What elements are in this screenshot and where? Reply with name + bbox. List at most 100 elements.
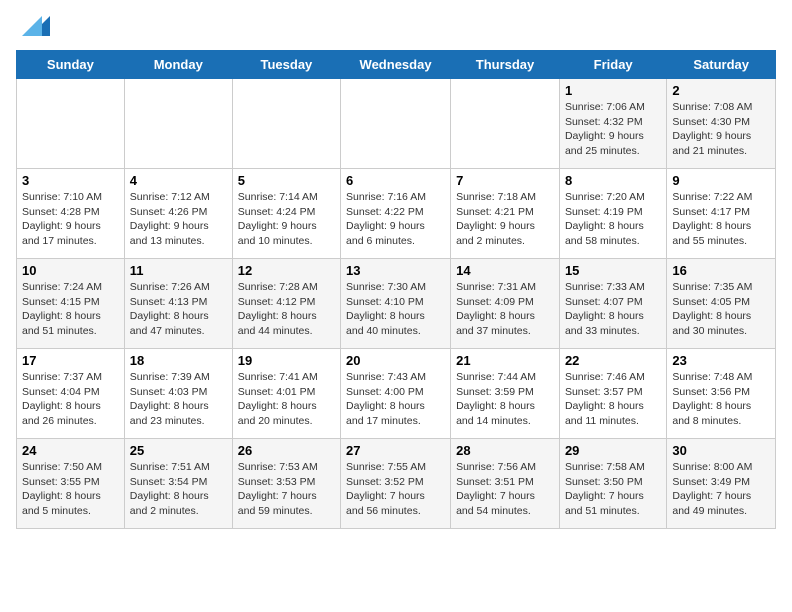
day-number: 18 bbox=[130, 353, 227, 368]
day-info: Sunrise: 7:37 AM Sunset: 4:04 PM Dayligh… bbox=[22, 370, 119, 429]
day-number: 10 bbox=[22, 263, 119, 278]
calendar-cell bbox=[17, 79, 125, 169]
header-day-tuesday: Tuesday bbox=[232, 51, 340, 79]
header bbox=[16, 16, 776, 40]
day-info: Sunrise: 7:50 AM Sunset: 3:55 PM Dayligh… bbox=[22, 460, 119, 519]
calendar-cell: 22 Sunrise: 7:46 AM Sunset: 3:57 PM Dayli… bbox=[559, 349, 666, 439]
calendar-cell: 24 Sunrise: 7:50 AM Sunset: 3:55 PM Dayli… bbox=[17, 439, 125, 529]
calendar-cell: 29 Sunrise: 7:58 AM Sunset: 3:50 PM Dayli… bbox=[559, 439, 666, 529]
calendar-week-row: 1 Sunrise: 7:06 AM Sunset: 4:32 PM Daylig… bbox=[17, 79, 776, 169]
day-number: 6 bbox=[346, 173, 445, 188]
day-number: 14 bbox=[456, 263, 554, 278]
day-info: Sunrise: 7:58 AM Sunset: 3:50 PM Dayligh… bbox=[565, 460, 661, 519]
day-number: 3 bbox=[22, 173, 119, 188]
day-info: Sunrise: 7:35 AM Sunset: 4:05 PM Dayligh… bbox=[672, 280, 770, 339]
calendar-cell: 13 Sunrise: 7:30 AM Sunset: 4:10 PM Dayli… bbox=[341, 259, 451, 349]
calendar-cell: 11 Sunrise: 7:26 AM Sunset: 4:13 PM Dayli… bbox=[124, 259, 232, 349]
calendar-cell bbox=[232, 79, 340, 169]
day-number: 13 bbox=[346, 263, 445, 278]
calendar-cell: 25 Sunrise: 7:51 AM Sunset: 3:54 PM Dayli… bbox=[124, 439, 232, 529]
day-number: 1 bbox=[565, 83, 661, 98]
day-info: Sunrise: 7:26 AM Sunset: 4:13 PM Dayligh… bbox=[130, 280, 227, 339]
calendar-cell: 7 Sunrise: 7:18 AM Sunset: 4:21 PM Daylig… bbox=[451, 169, 560, 259]
day-number: 19 bbox=[238, 353, 335, 368]
calendar-cell bbox=[451, 79, 560, 169]
calendar-cell: 28Sunrise: 7:56 AM Sunset: 3:51 PM Dayli… bbox=[451, 439, 560, 529]
calendar-cell: 3Sunrise: 7:10 AM Sunset: 4:28 PM Daylig… bbox=[17, 169, 125, 259]
day-number: 9 bbox=[672, 173, 770, 188]
calendar-cell: 6 Sunrise: 7:16 AM Sunset: 4:22 PM Daylig… bbox=[341, 169, 451, 259]
day-number: 23 bbox=[672, 353, 770, 368]
day-number: 26 bbox=[238, 443, 335, 458]
calendar-cell: 21Sunrise: 7:44 AM Sunset: 3:59 PM Dayli… bbox=[451, 349, 560, 439]
logo bbox=[16, 16, 50, 40]
header-day-saturday: Saturday bbox=[667, 51, 776, 79]
day-number: 29 bbox=[565, 443, 661, 458]
day-info: Sunrise: 7:22 AM Sunset: 4:17 PM Dayligh… bbox=[672, 190, 770, 249]
calendar-week-row: 24 Sunrise: 7:50 AM Sunset: 3:55 PM Dayli… bbox=[17, 439, 776, 529]
day-info: Sunrise: 7:28 AM Sunset: 4:12 PM Dayligh… bbox=[238, 280, 335, 339]
day-info: Sunrise: 7:43 AM Sunset: 4:00 PM Dayligh… bbox=[346, 370, 445, 429]
calendar-cell: 27Sunrise: 7:55 AM Sunset: 3:52 PM Dayli… bbox=[341, 439, 451, 529]
day-info: Sunrise: 7:20 AM Sunset: 4:19 PM Dayligh… bbox=[565, 190, 661, 249]
day-info: Sunrise: 7:56 AM Sunset: 3:51 PM Dayligh… bbox=[456, 460, 554, 519]
day-info: Sunrise: 7:53 AM Sunset: 3:53 PM Dayligh… bbox=[238, 460, 335, 519]
day-number: 15 bbox=[565, 263, 661, 278]
calendar-cell: 10 Sunrise: 7:24 AM Sunset: 4:15 PM Dayli… bbox=[17, 259, 125, 349]
day-info: Sunrise: 7:24 AM Sunset: 4:15 PM Dayligh… bbox=[22, 280, 119, 339]
day-number: 21 bbox=[456, 353, 554, 368]
day-number: 25 bbox=[130, 443, 227, 458]
calendar-cell: 4 Sunrise: 7:12 AM Sunset: 4:26 PM Daylig… bbox=[124, 169, 232, 259]
day-number: 22 bbox=[565, 353, 661, 368]
header-day-thursday: Thursday bbox=[451, 51, 560, 79]
calendar-cell: 2 Sunrise: 7:08 AM Sunset: 4:30 PM Daylig… bbox=[667, 79, 776, 169]
day-number: 24 bbox=[22, 443, 119, 458]
calendar-week-row: 10 Sunrise: 7:24 AM Sunset: 4:15 PM Dayli… bbox=[17, 259, 776, 349]
day-info: Sunrise: 7:14 AM Sunset: 4:24 PM Dayligh… bbox=[238, 190, 335, 249]
header-day-sunday: Sunday bbox=[17, 51, 125, 79]
day-info: Sunrise: 7:41 AM Sunset: 4:01 PM Dayligh… bbox=[238, 370, 335, 429]
day-number: 2 bbox=[672, 83, 770, 98]
day-number: 12 bbox=[238, 263, 335, 278]
calendar-cell: 23Sunrise: 7:48 AM Sunset: 3:56 PM Dayli… bbox=[667, 349, 776, 439]
day-info: Sunrise: 7:30 AM Sunset: 4:10 PM Dayligh… bbox=[346, 280, 445, 339]
calendar-cell: 20 Sunrise: 7:43 AM Sunset: 4:00 PM Dayli… bbox=[341, 349, 451, 439]
header-day-monday: Monday bbox=[124, 51, 232, 79]
day-info: Sunrise: 7:08 AM Sunset: 4:30 PM Dayligh… bbox=[672, 100, 770, 159]
calendar-cell: 19 Sunrise: 7:41 AM Sunset: 4:01 PM Dayli… bbox=[232, 349, 340, 439]
logo-icon bbox=[22, 12, 50, 40]
calendar-cell: 26 Sunrise: 7:53 AM Sunset: 3:53 PM Dayli… bbox=[232, 439, 340, 529]
calendar-week-row: 17Sunrise: 7:37 AM Sunset: 4:04 PM Dayli… bbox=[17, 349, 776, 439]
calendar-cell: 18 Sunrise: 7:39 AM Sunset: 4:03 PM Dayli… bbox=[124, 349, 232, 439]
day-number: 11 bbox=[130, 263, 227, 278]
calendar-cell: 14 Sunrise: 7:31 AM Sunset: 4:09 PM Dayli… bbox=[451, 259, 560, 349]
calendar-cell: 8 Sunrise: 7:20 AM Sunset: 4:19 PM Daylig… bbox=[559, 169, 666, 259]
day-number: 4 bbox=[130, 173, 227, 188]
day-number: 7 bbox=[456, 173, 554, 188]
calendar-header-row: SundayMondayTuesdayWednesdayThursdayFrid… bbox=[17, 51, 776, 79]
header-day-wednesday: Wednesday bbox=[341, 51, 451, 79]
day-info: Sunrise: 7:12 AM Sunset: 4:26 PM Dayligh… bbox=[130, 190, 227, 249]
calendar-cell: 9 Sunrise: 7:22 AM Sunset: 4:17 PM Daylig… bbox=[667, 169, 776, 259]
day-info: Sunrise: 7:31 AM Sunset: 4:09 PM Dayligh… bbox=[456, 280, 554, 339]
calendar-cell: 30Sunrise: 8:00 AM Sunset: 3:49 PM Dayli… bbox=[667, 439, 776, 529]
calendar-cell: 1 Sunrise: 7:06 AM Sunset: 4:32 PM Daylig… bbox=[559, 79, 666, 169]
day-number: 5 bbox=[238, 173, 335, 188]
calendar-cell bbox=[124, 79, 232, 169]
day-info: Sunrise: 7:16 AM Sunset: 4:22 PM Dayligh… bbox=[346, 190, 445, 249]
day-number: 20 bbox=[346, 353, 445, 368]
day-info: Sunrise: 7:18 AM Sunset: 4:21 PM Dayligh… bbox=[456, 190, 554, 249]
day-info: Sunrise: 7:51 AM Sunset: 3:54 PM Dayligh… bbox=[130, 460, 227, 519]
calendar-cell: 5 Sunrise: 7:14 AM Sunset: 4:24 PM Daylig… bbox=[232, 169, 340, 259]
calendar-week-row: 3Sunrise: 7:10 AM Sunset: 4:28 PM Daylig… bbox=[17, 169, 776, 259]
day-info: Sunrise: 7:46 AM Sunset: 3:57 PM Dayligh… bbox=[565, 370, 661, 429]
day-number: 8 bbox=[565, 173, 661, 188]
calendar-cell: 12 Sunrise: 7:28 AM Sunset: 4:12 PM Dayli… bbox=[232, 259, 340, 349]
day-info: Sunrise: 7:06 AM Sunset: 4:32 PM Dayligh… bbox=[565, 100, 661, 159]
day-number: 16 bbox=[672, 263, 770, 278]
header-day-friday: Friday bbox=[559, 51, 666, 79]
day-info: Sunrise: 7:39 AM Sunset: 4:03 PM Dayligh… bbox=[130, 370, 227, 429]
calendar-cell: 15Sunrise: 7:33 AM Sunset: 4:07 PM Dayli… bbox=[559, 259, 666, 349]
day-info: Sunrise: 7:55 AM Sunset: 3:52 PM Dayligh… bbox=[346, 460, 445, 519]
calendar-cell: 17Sunrise: 7:37 AM Sunset: 4:04 PM Dayli… bbox=[17, 349, 125, 439]
